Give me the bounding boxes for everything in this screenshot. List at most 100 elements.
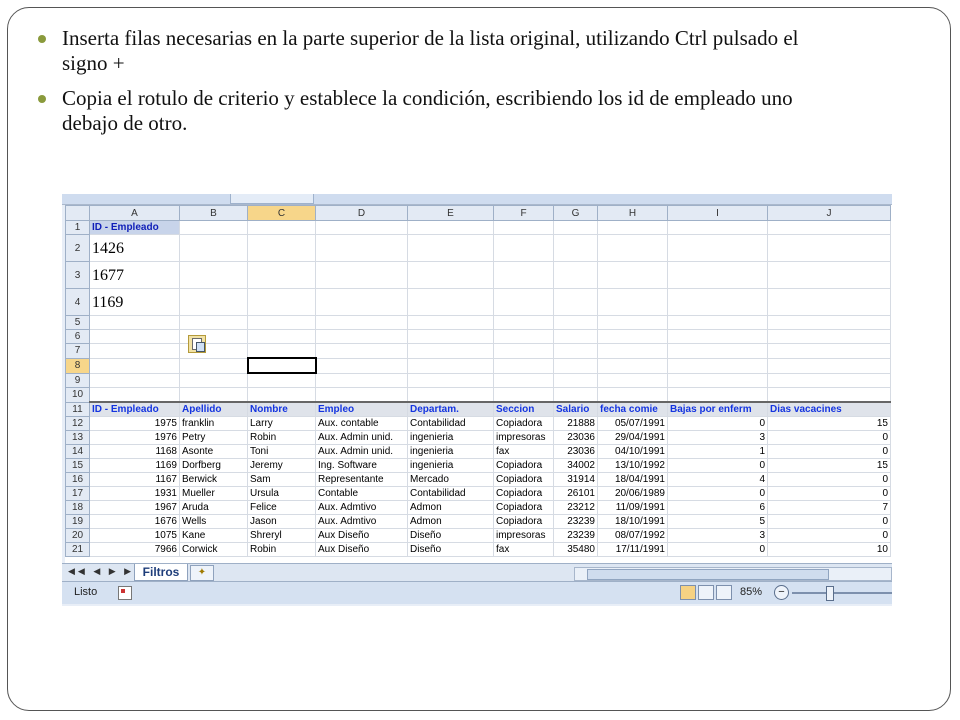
table-cell[interactable]: 23239: [553, 514, 598, 529]
table-cell[interactable]: 13/10/1992: [597, 458, 668, 473]
table-cell[interactable]: Aux Diseño: [315, 528, 408, 543]
table-cell[interactable]: Ursula: [247, 486, 316, 501]
table-cell[interactable]: 26101: [553, 486, 598, 501]
table-cell[interactable]: fax: [493, 542, 554, 557]
table-header-cell[interactable]: Departam.: [407, 401, 494, 417]
table-cell[interactable]: 1168: [89, 444, 180, 459]
table-cell[interactable]: ingenieria: [407, 444, 494, 459]
normal-view-icon[interactable]: [680, 585, 696, 600]
cell[interactable]: [247, 220, 316, 235]
zoom-slider-thumb[interactable]: [826, 586, 834, 601]
table-cell[interactable]: 17/11/1991: [597, 542, 668, 557]
table-cell[interactable]: ingenieria: [407, 458, 494, 473]
table-cell[interactable]: Felice: [247, 500, 316, 515]
cell[interactable]: [767, 220, 891, 235]
row-header[interactable]: 12: [65, 416, 90, 431]
table-cell[interactable]: Robin: [247, 430, 316, 445]
column-header[interactable]: I: [667, 205, 768, 221]
column-header[interactable]: D: [315, 205, 408, 221]
row-header[interactable]: 2: [65, 234, 90, 262]
cell[interactable]: [667, 220, 768, 235]
column-header[interactable]: G: [553, 205, 598, 221]
table-cell[interactable]: 0: [667, 416, 768, 431]
active-cell[interactable]: [246, 357, 317, 374]
table-cell[interactable]: Aux Diseño: [315, 542, 408, 557]
table-cell[interactable]: 3: [667, 430, 768, 445]
criteria-value-cell[interactable]: 1677: [89, 261, 180, 289]
table-cell[interactable]: Admon: [407, 514, 494, 529]
table-cell[interactable]: Copiadora: [493, 458, 554, 473]
table-cell[interactable]: 0: [767, 472, 891, 487]
table-cell[interactable]: 0: [767, 430, 891, 445]
column-header[interactable]: A: [89, 205, 180, 221]
table-cell[interactable]: Contabilidad: [407, 416, 494, 431]
macro-record-icon[interactable]: [118, 586, 132, 600]
page-layout-view-icon[interactable]: [698, 585, 714, 600]
table-header-cell[interactable]: Bajas por enferm: [667, 401, 768, 417]
sheet-nav-buttons[interactable]: ◀◀ ◀ ▶ ▶▶: [68, 566, 144, 577]
table-cell[interactable]: 0: [767, 528, 891, 543]
table-cell[interactable]: Dorfberg: [179, 458, 248, 473]
table-cell[interactable]: Copiadora: [493, 472, 554, 487]
cell[interactable]: [179, 220, 248, 235]
table-cell[interactable]: 35480: [553, 542, 598, 557]
insert-sheet-icon[interactable]: ✦: [190, 565, 214, 581]
table-cell[interactable]: 0: [667, 542, 768, 557]
sheet-tab-filtros[interactable]: Filtros: [134, 564, 188, 581]
table-cell[interactable]: Aruda: [179, 500, 248, 515]
row-header[interactable]: 18: [65, 500, 90, 515]
row-header[interactable]: 21: [65, 542, 90, 557]
row-header[interactable]: 16: [65, 472, 90, 487]
cell[interactable]: [597, 220, 668, 235]
column-header-selected[interactable]: C: [247, 205, 316, 221]
column-header[interactable]: F: [493, 205, 554, 221]
criteria-header-cell[interactable]: ID - Empleado: [89, 220, 180, 235]
table-cell[interactable]: Mueller: [179, 486, 248, 501]
select-all-corner[interactable]: [65, 205, 90, 221]
table-cell[interactable]: Aux. Admin unid.: [315, 430, 408, 445]
table-header-cell[interactable]: ID - Empleado: [89, 401, 180, 417]
table-cell[interactable]: 4: [667, 472, 768, 487]
table-cell[interactable]: 15: [767, 416, 891, 431]
zoom-slider-track[interactable]: [792, 592, 892, 594]
table-header-cell[interactable]: Apellido: [179, 401, 248, 417]
table-cell[interactable]: 1975: [89, 416, 180, 431]
row-header[interactable]: 4: [65, 288, 90, 316]
row-header[interactable]: 17: [65, 486, 90, 501]
table-cell[interactable]: Aux. contable: [315, 416, 408, 431]
table-cell[interactable]: Larry: [247, 416, 316, 431]
zoom-out-icon[interactable]: −: [774, 585, 789, 600]
table-cell[interactable]: 04/10/1991: [597, 444, 668, 459]
table-cell[interactable]: 23036: [553, 430, 598, 445]
table-cell[interactable]: Contable: [315, 486, 408, 501]
table-cell[interactable]: Jeremy: [247, 458, 316, 473]
table-cell[interactable]: Sam: [247, 472, 316, 487]
table-cell[interactable]: 29/04/1991: [597, 430, 668, 445]
table-cell[interactable]: Mercado: [407, 472, 494, 487]
table-cell[interactable]: 31914: [553, 472, 598, 487]
table-cell[interactable]: 18/10/1991: [597, 514, 668, 529]
row-header[interactable]: 1: [65, 220, 90, 235]
table-cell[interactable]: Aux. Admin unid.: [315, 444, 408, 459]
table-cell[interactable]: Copiadora: [493, 416, 554, 431]
table-cell[interactable]: Toni: [247, 444, 316, 459]
row-header[interactable]: 9: [65, 372, 90, 388]
cell[interactable]: [315, 220, 408, 235]
table-cell[interactable]: 34002: [553, 458, 598, 473]
row-header[interactable]: 15: [65, 458, 90, 473]
row-header[interactable]: 7: [65, 343, 90, 359]
table-cell[interactable]: Contabilidad: [407, 486, 494, 501]
table-cell[interactable]: Copiadora: [493, 514, 554, 529]
row-header[interactable]: 10: [65, 387, 90, 403]
table-cell[interactable]: Asonte: [179, 444, 248, 459]
table-cell[interactable]: 0: [767, 444, 891, 459]
spreadsheet-grid[interactable]: A B C D E F G H I J 1 ID - Empleado 2 14…: [65, 205, 892, 563]
row-header-selected[interactable]: 8: [65, 357, 90, 374]
column-header[interactable]: E: [407, 205, 494, 221]
table-cell[interactable]: 1167: [89, 472, 180, 487]
table-cell[interactable]: 3: [667, 528, 768, 543]
table-cell[interactable]: 11/09/1991: [597, 500, 668, 515]
table-cell[interactable]: 0: [767, 486, 891, 501]
table-cell[interactable]: 1676: [89, 514, 180, 529]
scrollbar-thumb[interactable]: [587, 569, 829, 580]
